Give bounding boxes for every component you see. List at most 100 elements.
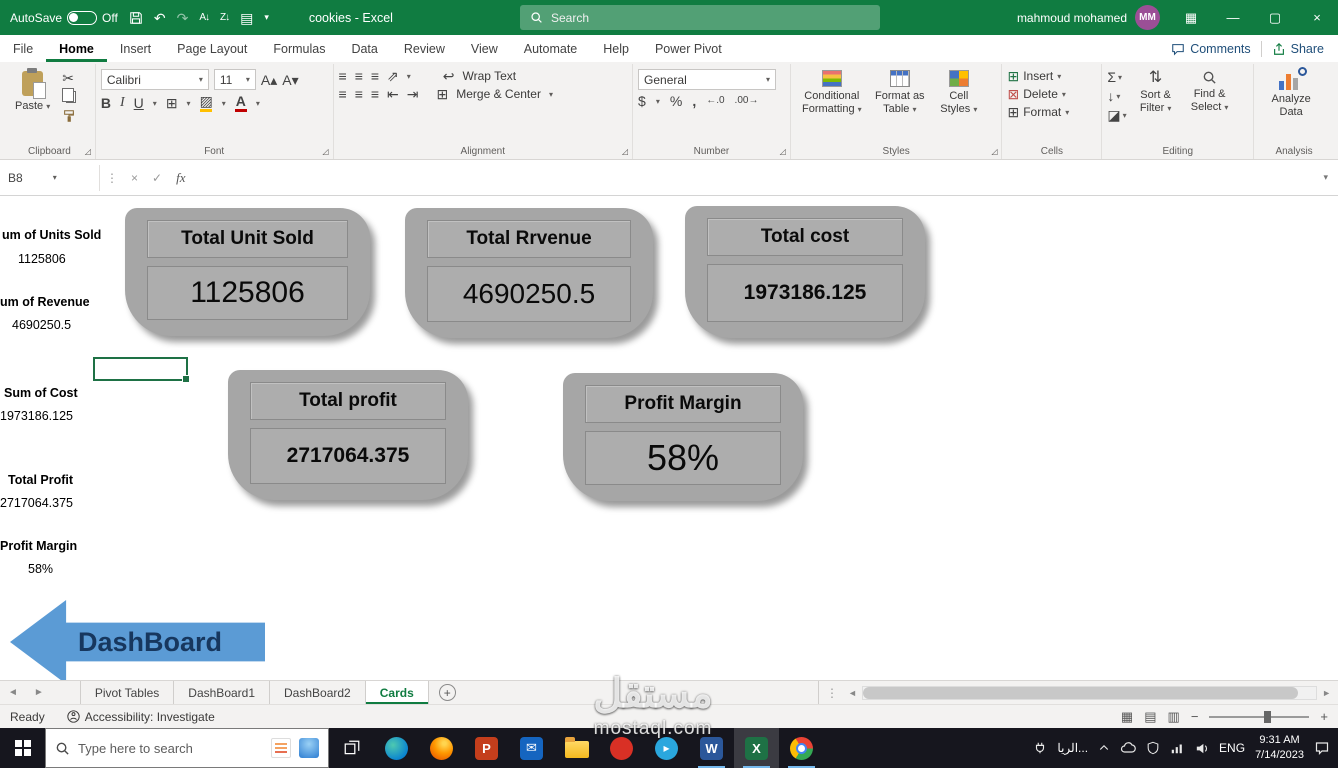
fill-button[interactable]: ↓ ▾ [1107,89,1126,103]
maximize-button[interactable]: ▢ [1254,0,1296,35]
tab-file[interactable]: File [0,35,46,62]
comma-format-icon[interactable]: , [692,94,696,108]
underline-button[interactable]: U [134,96,144,110]
chrome-icon[interactable] [779,728,824,768]
italic-button[interactable]: I [120,96,125,110]
volume-icon[interactable] [1194,741,1209,756]
clear-button[interactable]: ◪ ▾ [1107,108,1126,122]
decrease-font-size-icon[interactable]: A▾ [282,73,298,87]
percent-format-icon[interactable]: % [670,94,682,108]
stat-label[interactable]: Sum of Cost [4,386,78,400]
tab-home[interactable]: Home [46,35,107,62]
powerpoint-icon[interactable]: P [464,728,509,768]
scrollbar-thumb[interactable] [862,686,1298,699]
minimize-button[interactable]: — [1212,0,1254,35]
telegram-icon[interactable]: ▸ [644,728,689,768]
zoom-in-button[interactable]: + [1320,709,1328,724]
word-icon[interactable]: W [689,728,734,768]
align-top-icon[interactable]: ≡ [339,69,347,83]
tab-help[interactable]: Help [590,35,642,62]
zoom-out-button[interactable]: − [1191,709,1199,724]
delete-cells-button[interactable]: ⊠ Delete ▾ [1007,87,1096,101]
kpi-card-total-profit[interactable]: Total profit 2717064.375 [228,370,468,500]
dashboard-arrow-shape[interactable]: DashBoard [10,600,265,680]
share-button[interactable]: Share [1272,42,1324,56]
comments-button[interactable]: Comments [1171,42,1251,56]
onedrive-cloud-icon[interactable] [1120,740,1136,756]
ribbon-display-options-icon[interactable]: ▦ [1170,0,1212,35]
sheet-tab-pivot-tables[interactable]: Pivot Tables [79,681,175,704]
cut-icon[interactable]: ✂ [62,71,76,85]
decrease-indent-icon[interactable]: ⇤ [387,87,399,101]
save-button[interactable] [129,11,143,25]
font-color-icon[interactable]: A [234,94,247,112]
qat-customize-chevron-icon[interactable]: ▾ [264,13,269,22]
zoom-slider-thumb[interactable] [1264,710,1272,723]
stat-value[interactable]: 2717064.375 [0,496,73,510]
search-input[interactable] [551,10,870,25]
formula-bar-expand-icon[interactable]: ▾ [1313,172,1338,183]
language-indicator[interactable]: ENG [1219,741,1245,755]
sort-descending-button[interactable]: Z↓ [220,12,230,23]
wrap-text-icon[interactable]: ↩ [443,69,455,83]
sort-ascending-button[interactable]: A↓ [199,12,210,23]
cell-styles-button[interactable]: Cell Styles ▾ [932,67,986,118]
action-center-icon[interactable] [1314,740,1330,756]
undo-button[interactable]: ↶ [154,11,166,25]
clock[interactable]: 9:31 AM 7/14/2023 [1255,733,1304,763]
horizontal-scrollbar[interactable] [861,685,1318,700]
tab-review[interactable]: Review [391,35,458,62]
scroll-left-icon[interactable]: ◄ [843,688,862,698]
stat-label[interactable]: um of Units Sold [2,228,101,242]
sheet-tab-cards[interactable]: Cards [365,681,429,704]
stat-value[interactable]: 1125806 [18,252,66,266]
increase-font-size-icon[interactable]: A▴ [261,73,277,87]
kpi-card-total-cost[interactable]: Total cost 1973186.125 [685,206,925,338]
insert-cells-button[interactable]: ⊞ Insert ▾ [1007,69,1096,83]
stat-value[interactable]: 4690250.5 [12,318,71,332]
user-name[interactable]: mahmoud mohamed [1017,11,1127,25]
sheet-nav-prev-icon[interactable]: ◄ [0,681,26,704]
kpi-card-total-revenue[interactable]: Total Rrvenue 4690250.5 [405,208,653,338]
merge-center-icon[interactable]: ⊞ [437,87,449,101]
task-view-button[interactable] [329,728,374,768]
dialog-launcher-icon[interactable]: ◿ [85,147,91,156]
bold-button[interactable]: B [101,96,111,110]
dialog-launcher-icon[interactable]: ◿ [622,147,628,156]
normal-view-button[interactable]: ▦ [1121,709,1133,725]
wrap-text-label[interactable]: Wrap Text [463,69,517,83]
sheet-tab-dashboard1[interactable]: DashBoard1 [174,681,271,704]
font-size-select[interactable]: 11 ▾ [213,69,256,90]
scroll-right-icon[interactable]: ► [1317,688,1336,698]
sort-filter-button[interactable]: ⇅ Sort & Filter ▾ [1131,67,1181,117]
font-name-select[interactable]: Calibri ▾ [100,69,209,90]
tab-view[interactable]: View [458,35,511,62]
dialog-launcher-icon[interactable]: ◿ [991,147,997,156]
sheet-nav-next-icon[interactable]: ► [26,681,52,704]
close-button[interactable]: × [1296,0,1338,35]
accessibility-status[interactable]: Accessibility: Investigate [59,710,223,724]
stat-value[interactable]: 58% [28,562,53,576]
merge-center-label[interactable]: Merge & Center [456,87,541,101]
align-bottom-icon[interactable]: ≡ [371,69,379,83]
page-layout-view-button[interactable]: ▤ [1144,709,1156,725]
sheet-tab-dashboard2[interactable]: DashBoard2 [270,681,366,704]
increase-indent-icon[interactable]: ⇥ [407,87,419,101]
tab-data[interactable]: Data [338,35,390,62]
tab-page-layout[interactable]: Page Layout [164,35,260,62]
start-button[interactable] [0,728,45,768]
copy-icon[interactable] [62,88,77,103]
formula-input[interactable] [192,164,1314,191]
tab-splitter-icon[interactable]: ⋮ [821,686,843,700]
tab-automate[interactable]: Automate [511,35,591,62]
stat-label[interactable]: Total Profit [8,473,73,487]
stat-label[interactable]: Profit Margin [0,539,77,553]
format-as-table-button[interactable]: Format as Table ▾ [868,67,932,118]
worksheet[interactable]: um of Units Sold 1125806 um of Revenue 4… [0,196,1338,680]
stat-label[interactable]: um of Revenue [0,295,90,309]
align-center-icon[interactable]: ≡ [355,87,363,101]
conditional-formatting-button[interactable]: Conditional Formatting ▾ [796,67,868,118]
cancel-button[interactable]: × [124,171,145,185]
autosum-button[interactable]: Σ ▾ [1107,70,1126,84]
number-format-select[interactable]: General ▾ [638,69,777,90]
